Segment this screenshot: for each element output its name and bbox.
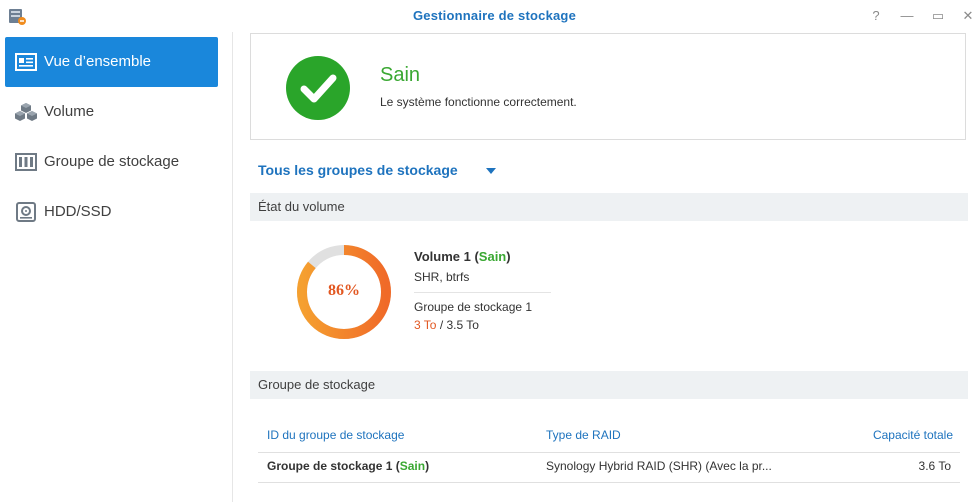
minimize-icon[interactable]: — <box>899 8 915 24</box>
help-icon[interactable]: ? <box>868 8 884 24</box>
sidebar-item-label: Groupe de stockage <box>44 153 180 170</box>
chevron-down-icon[interactable] <box>486 168 496 174</box>
cubes-icon <box>15 102 37 122</box>
divider <box>258 452 960 453</box>
health-status-description: Le système fonctionne correctement. <box>380 95 577 109</box>
volume-used: 3 To <box>414 318 437 332</box>
volume-total: 3.5 To <box>446 318 479 332</box>
sidebar-item-label: Volume <box>44 103 95 120</box>
section-title: Groupe de stockage <box>258 377 376 392</box>
raid-type-cell: Synology Hybrid RAID (SHR) (Avec la pr..… <box>546 459 772 473</box>
sidebar-item-hdd-ssd[interactable]: HDD/SSD <box>5 187 218 237</box>
volume-type: SHR, btrfs <box>414 270 470 284</box>
window-title: Gestionnaire de stockage <box>412 8 577 23</box>
sidebar-item-label: HDD/SSD <box>44 203 112 220</box>
volume-usage-percent: 86% <box>328 282 360 299</box>
sidebar: Vue d’ensemble Volume Groupe de stockage <box>0 32 233 502</box>
divider <box>414 292 551 293</box>
volume-pool-name: Groupe de stockage 1 <box>414 300 533 314</box>
sidebar-item-overview[interactable]: Vue d’ensemble <box>5 37 218 87</box>
volume-name-text: Volume 1 <box>414 249 471 264</box>
health-status-title: Sain <box>380 64 421 86</box>
storage-pool-filter-dropdown[interactable]: Tous les groupes de stockage <box>258 162 458 178</box>
health-status-card: Sain Le système fonctionne correctement. <box>250 33 966 140</box>
volume-status-text: Sain <box>478 249 507 264</box>
title-bar: Gestionnaire de stockage ? — ▭ ✕ <box>0 0 979 32</box>
pool-status-text: Sain <box>399 459 426 473</box>
pool-id-text: Groupe de stockage 1 <box>267 459 393 473</box>
section-title: État du volume <box>258 199 345 214</box>
overview-icon <box>15 52 37 72</box>
column-header-raid-type[interactable]: Type de RAID <box>546 428 621 442</box>
check-icon <box>286 56 350 120</box>
volume-capacity: 3 To / 3.5 To <box>414 318 479 332</box>
divider <box>258 482 960 483</box>
maximize-icon[interactable]: ▭ <box>930 8 946 24</box>
capacity-separator: / <box>439 318 444 332</box>
close-icon[interactable]: ✕ <box>960 8 976 24</box>
sidebar-item-volume[interactable]: Volume <box>5 87 218 137</box>
column-header-total-capacity[interactable]: Capacité totale <box>820 428 953 442</box>
column-header-pool-id[interactable]: ID du groupe de stockage <box>267 428 404 442</box>
sidebar-item-storage-pool[interactable]: Groupe de stockage <box>5 137 218 187</box>
hdd-icon <box>15 202 37 222</box>
sidebar-item-label: Vue d’ensemble <box>44 53 152 70</box>
storage-pool-icon <box>15 152 37 172</box>
volume-name[interactable]: Volume 1 (Sain) <box>414 249 511 264</box>
storage-pool-header: Groupe de stockage <box>250 371 968 399</box>
volume-status-header: État du volume <box>250 193 968 221</box>
pool-id-cell: Groupe de stockage 1 (Sain) <box>267 459 430 473</box>
total-capacity-cell: 3.6 To <box>918 459 951 473</box>
